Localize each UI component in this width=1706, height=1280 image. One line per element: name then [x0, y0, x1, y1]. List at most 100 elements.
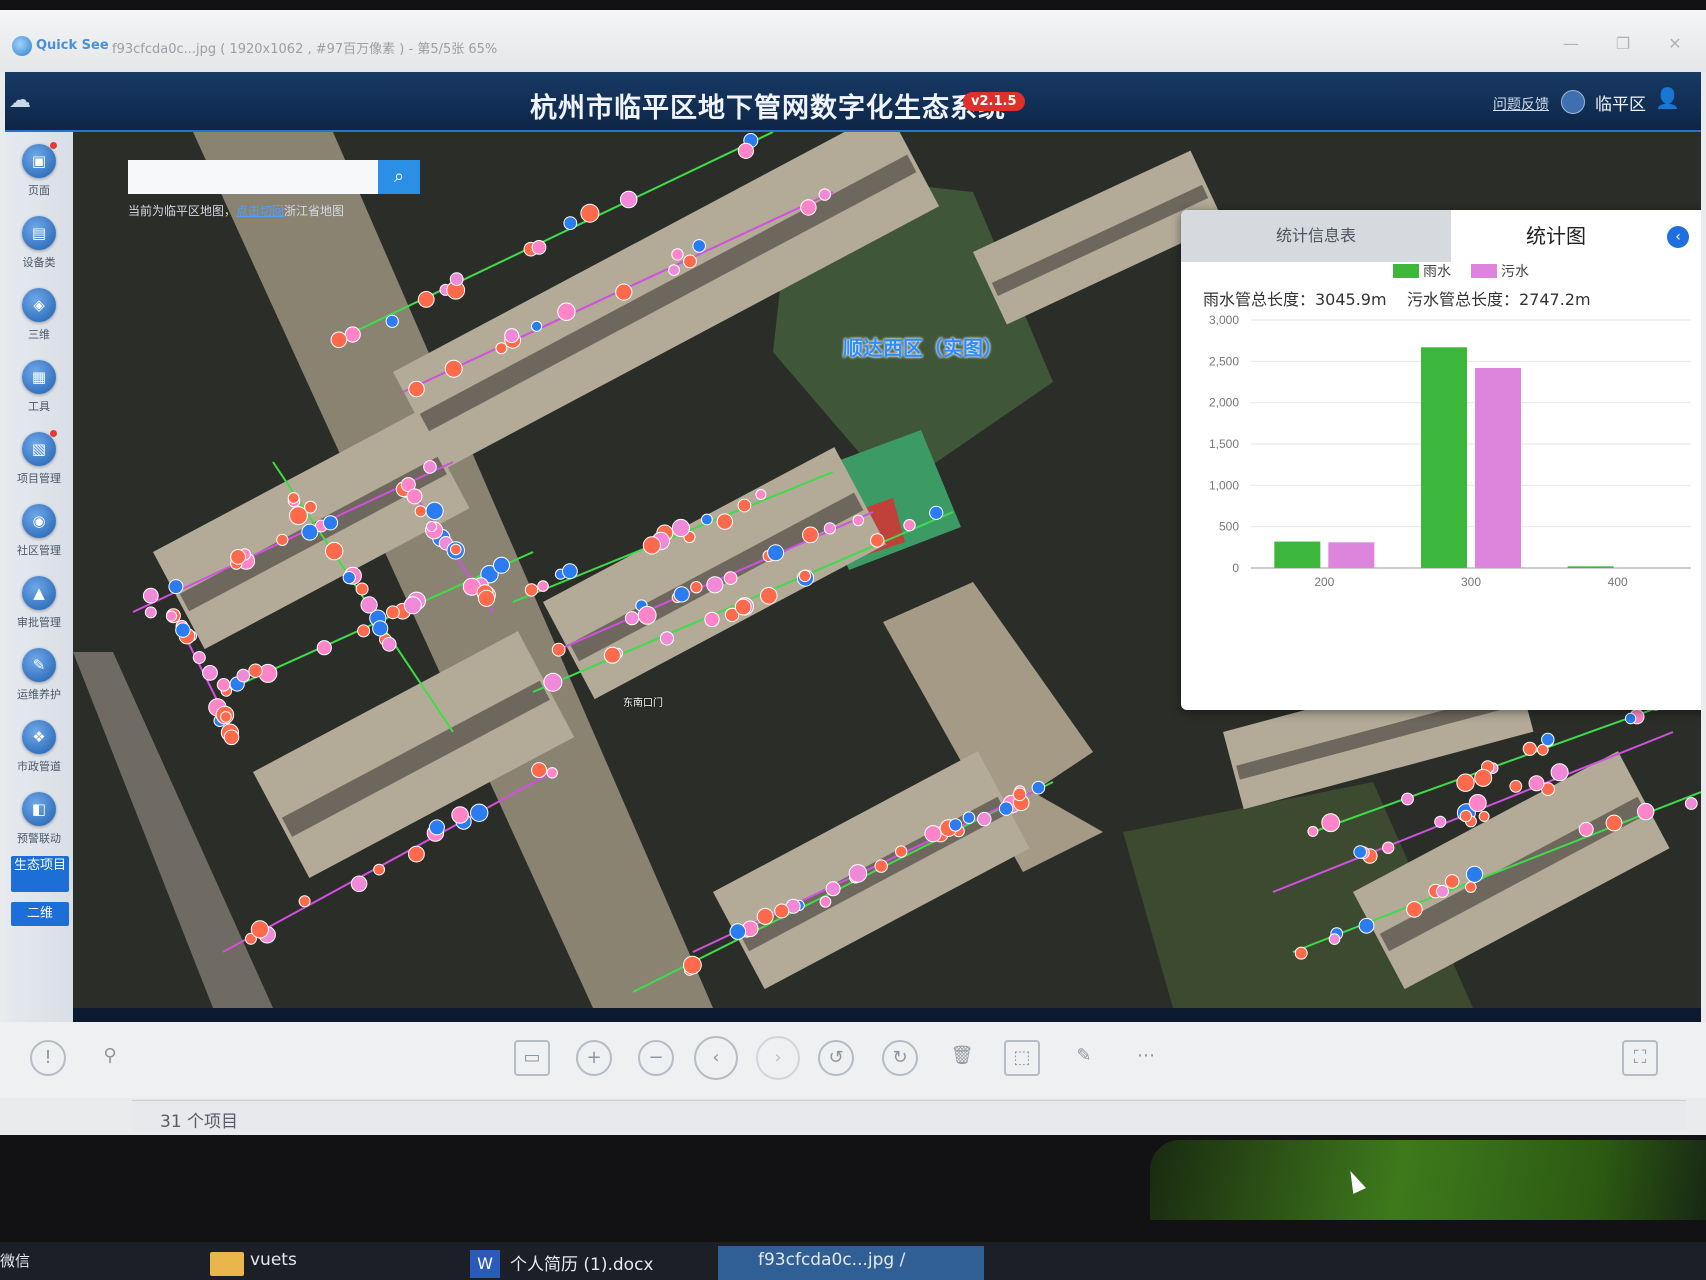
- manhole-marker: [1550, 763, 1569, 782]
- manhole-marker: [800, 199, 817, 216]
- sidebar-item-alert[interactable]: ◧ 预警联动: [9, 784, 69, 854]
- gate-map-label: 东南口门: [623, 698, 663, 709]
- photo-viewer-window: Quick See f93cfcda0c...jpg ( 1920x1062 ,…: [0, 10, 1706, 1135]
- manhole-marker: [668, 264, 680, 277]
- sidebar-item-label: 运维养护: [17, 688, 61, 701]
- manhole-marker: [287, 492, 300, 504]
- manhole-marker: [495, 342, 508, 355]
- manhole-marker: [642, 536, 662, 555]
- manhole-marker: [1684, 797, 1698, 810]
- satellite-map[interactable]: ⌕ 当前为临平区地图，点击切回浙江省地图 顺达西区（实图） 东南口门 统计信息表…: [73, 132, 1701, 1008]
- sidebar-item-maintenance[interactable]: ✎ 运维养护: [9, 640, 69, 710]
- manhole-marker: [874, 859, 888, 873]
- manhole-marker: [551, 642, 566, 657]
- location-pin-icon[interactable]: ⚲: [92, 1040, 128, 1076]
- map-hint-prefix: 当前为临平区地图，: [128, 204, 237, 218]
- delete-icon[interactable]: 🗑: [944, 1040, 980, 1076]
- manhole-marker: [562, 563, 578, 580]
- manhole-marker: [671, 248, 684, 261]
- manhole-marker: [276, 533, 289, 546]
- manhole-marker: [322, 515, 339, 531]
- manhole-marker: [1459, 809, 1473, 823]
- previous-image-icon[interactable]: ‹: [694, 1036, 738, 1080]
- sidebar-item-community[interactable]: ◉ 社区管理: [9, 496, 69, 566]
- sidebar-item-3d[interactable]: ◈ 三维: [9, 280, 69, 350]
- manhole-marker: [381, 636, 397, 652]
- taskbar: 微信 vuets W 个人简历 (1).docx f93cfcda0c...jp…: [0, 1242, 1706, 1280]
- sidebar-item-label: 三维: [28, 328, 50, 341]
- manhole-marker: [220, 711, 232, 723]
- manhole-marker: [477, 589, 496, 607]
- info-icon[interactable]: !: [30, 1040, 66, 1076]
- user-icon[interactable]: 👤: [1655, 86, 1680, 110]
- sidebar-item-label: 社区管理: [17, 544, 61, 557]
- edit-icon[interactable]: ✎: [1066, 1040, 1102, 1076]
- sidebar-item-label: 设备类: [22, 256, 56, 269]
- search-icon[interactable]: ⌕: [378, 160, 420, 194]
- sidebar-item-page[interactable]: ▣ 页面: [9, 136, 69, 206]
- manhole-marker: [470, 803, 489, 822]
- manhole-marker: [1401, 792, 1414, 806]
- bar-rain: [1274, 541, 1321, 568]
- minimize-icon[interactable]: —: [1560, 34, 1582, 53]
- manhole-marker: [425, 501, 444, 520]
- fullscreen-icon[interactable]: ⛶: [1622, 1040, 1658, 1076]
- app-header: ☁ 杭州市临平区地下管网数字化生态系统 v2.1.5 问题反馈 临平区 👤: [5, 72, 1701, 132]
- manhole-marker: [683, 955, 702, 975]
- district-selector[interactable]: 临平区: [1595, 90, 1646, 115]
- manhole-marker: [603, 646, 621, 664]
- sidebar-item-pipe[interactable]: ❖ 市政管道: [9, 712, 69, 782]
- manhole-marker: [977, 811, 992, 827]
- zoom-out-icon[interactable]: −: [638, 1040, 674, 1076]
- taskbar-active-file: f93cfcda0c...jpg /: [758, 1250, 906, 1270]
- taskbar-wechat[interactable]: 微信: [0, 1250, 30, 1271]
- district-avatar-icon[interactable]: [1561, 90, 1585, 114]
- project-icon: ▧: [22, 432, 56, 466]
- district-map-label[interactable]: 顺达西区（实图）: [843, 332, 1003, 361]
- feedback-link[interactable]: 问题反馈: [1493, 94, 1549, 114]
- manhole-marker: [673, 586, 690, 603]
- manhole-marker: [325, 541, 344, 561]
- manhole-marker: [360, 596, 378, 614]
- actual-size-icon[interactable]: ▭: [514, 1040, 550, 1076]
- eco-project-button[interactable]: 生态项目: [11, 856, 69, 892]
- manhole-marker: [948, 818, 963, 832]
- sidebar-item-label: 工具: [28, 400, 50, 413]
- manhole-marker: [449, 272, 464, 287]
- 2d-view-button[interactable]: 二维: [11, 902, 69, 926]
- manhole-marker: [408, 845, 425, 863]
- version-badge: v2.1.5: [963, 92, 1025, 111]
- sidebar-item-device[interactable]: ▤ 设备类: [9, 208, 69, 278]
- next-image-icon[interactable]: ›: [756, 1036, 800, 1080]
- rotate-left-icon[interactable]: ↺: [818, 1040, 854, 1076]
- manhole-marker: [1578, 821, 1594, 837]
- sidebar-item-approval[interactable]: ▲ 审批管理: [9, 568, 69, 638]
- more-icon[interactable]: ⋯: [1128, 1040, 1164, 1076]
- manhole-marker: [774, 903, 790, 919]
- sidebar-item-label: 页面: [28, 184, 50, 197]
- maximize-icon[interactable]: ❐: [1612, 34, 1634, 53]
- manhole-marker: [563, 216, 578, 230]
- taskbar-folder[interactable]: vuets: [250, 1250, 297, 1270]
- taskbar-active-item[interactable]: f93cfcda0c...jpg /: [718, 1246, 984, 1280]
- manhole-marker: [543, 672, 563, 692]
- zoom-in-icon[interactable]: +: [576, 1040, 612, 1076]
- sidebar-item-project[interactable]: ▧ 项目管理: [9, 424, 69, 494]
- manhole-marker: [216, 678, 231, 692]
- switch-map-link[interactable]: 点击切回: [236, 204, 284, 218]
- manhole-marker: [671, 518, 691, 538]
- bar-sewage: [1328, 542, 1375, 568]
- manhole-marker: [619, 190, 638, 209]
- crop-icon[interactable]: ⬚: [1004, 1040, 1040, 1076]
- bar-sewage: [1475, 367, 1521, 568]
- manhole-marker: [546, 767, 558, 779]
- rotate-right-icon[interactable]: ↻: [882, 1040, 918, 1076]
- manhole-marker: [301, 523, 319, 541]
- manhole-marker: [557, 302, 576, 321]
- manhole-marker: [1444, 874, 1460, 889]
- taskbar-word-doc[interactable]: 个人简历 (1).docx: [510, 1250, 654, 1275]
- map-search-input[interactable]: [128, 160, 378, 194]
- close-icon[interactable]: ✕: [1664, 34, 1686, 53]
- sidebar-item-tool[interactable]: ▦ 工具: [9, 352, 69, 422]
- manhole-marker: [344, 326, 361, 343]
